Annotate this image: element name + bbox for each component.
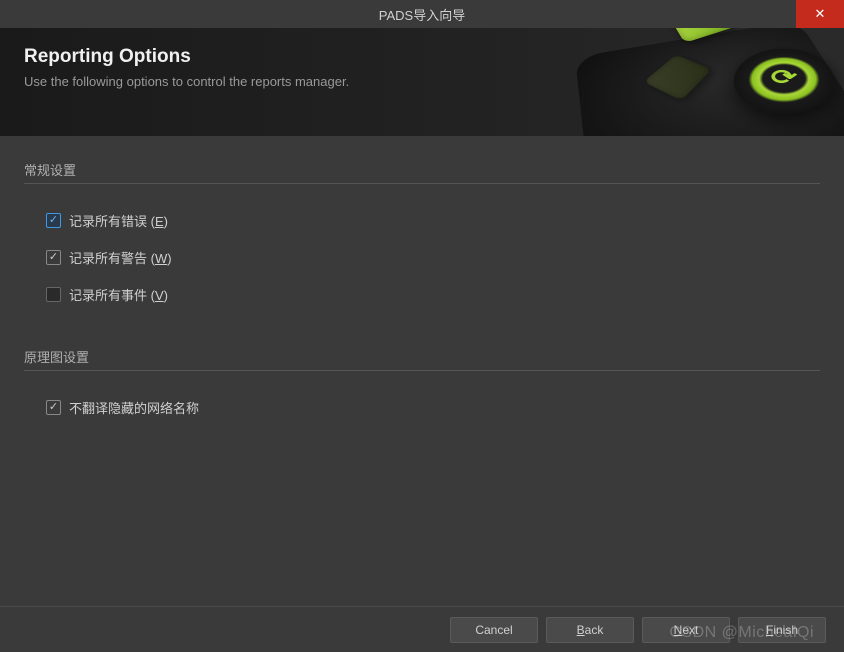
checkbox-log-errors[interactable]: 记录所有错误 (E) <box>24 202 820 239</box>
window-title: PADS导入向导 <box>379 5 465 24</box>
next-button[interactable]: Next <box>642 617 730 643</box>
checkbox-icon <box>46 287 61 302</box>
close-icon: ✕ <box>815 6 826 22</box>
section-label-general: 常规设置 <box>24 160 820 179</box>
titlebar: PADS导入向导 ✕ <box>0 0 844 28</box>
header-banner: Reporting Options Use the following opti… <box>0 28 844 136</box>
checkbox-log-warnings[interactable]: 记录所有警告 (W) <box>24 239 820 276</box>
footer: Cancel Back Next Finish <box>0 606 844 652</box>
checkbox-label: 记录所有错误 (E) <box>69 211 168 230</box>
divider <box>24 183 820 184</box>
header-graphic <box>564 28 844 136</box>
checkbox-log-events[interactable]: 记录所有事件 (V) <box>24 276 820 313</box>
checkbox-icon <box>46 250 61 265</box>
checkbox-label: 记录所有事件 (V) <box>69 285 168 304</box>
finish-button[interactable]: Finish <box>738 617 826 643</box>
close-button[interactable]: ✕ <box>796 0 844 28</box>
back-button[interactable]: Back <box>546 617 634 643</box>
content-area: 常规设置 记录所有错误 (E) 记录所有警告 (W) 记录所有事件 (V) 原理… <box>0 136 844 606</box>
divider <box>24 370 820 371</box>
cancel-button[interactable]: Cancel <box>450 617 538 643</box>
checkbox-icon <box>46 213 61 228</box>
section-label-schematic: 原理图设置 <box>24 347 820 366</box>
checkbox-icon <box>46 400 61 415</box>
checkbox-label: 记录所有警告 (W) <box>69 248 172 267</box>
checkbox-label: 不翻译隐藏的网络名称 <box>69 398 199 417</box>
checkbox-no-translate-hidden-nets[interactable]: 不翻译隐藏的网络名称 <box>24 389 820 426</box>
